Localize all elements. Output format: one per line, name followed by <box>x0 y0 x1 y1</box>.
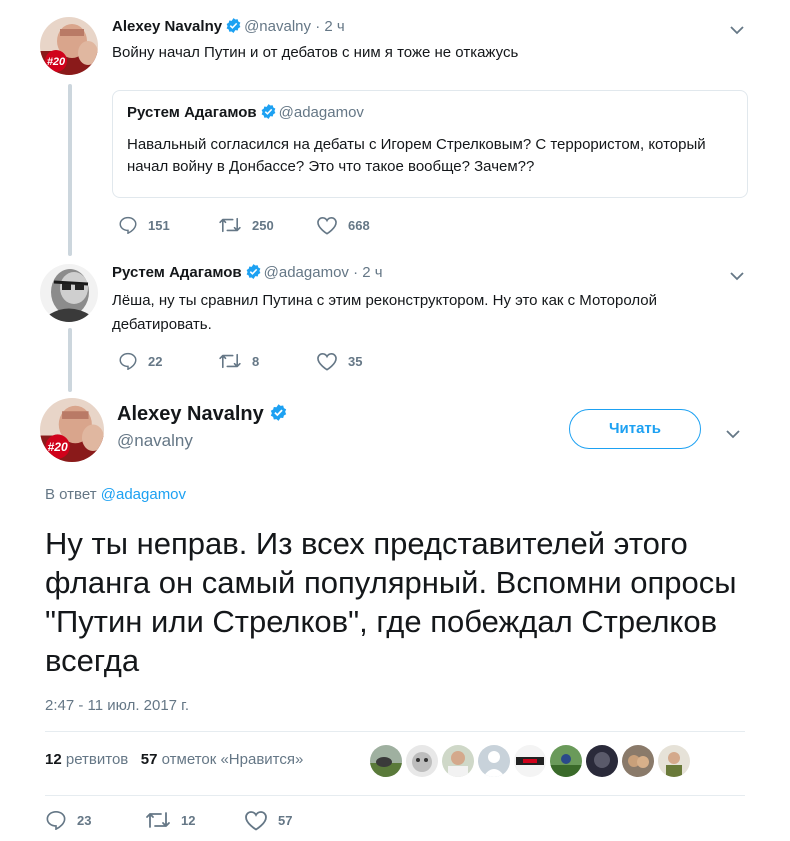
quoted-tweet-header: Рустем Адагамов @adagamov <box>127 103 733 126</box>
retweet-count: 12 <box>181 812 196 828</box>
verified-badge-icon <box>245 263 262 286</box>
author-name[interactable]: Рустем Адагамов <box>112 264 242 281</box>
thread-connector-line <box>68 328 72 392</box>
navalny-avatar-image: #20 <box>40 398 104 462</box>
divider <box>45 731 745 732</box>
like-count: 35 <box>348 354 363 369</box>
likes-stat[interactable]: 57 отметок «Нравится» <box>141 751 304 768</box>
liker-avatar[interactable] <box>370 745 402 777</box>
retweet-icon <box>146 812 170 828</box>
chevron-down-icon[interactable] <box>730 22 744 40</box>
chevron-down-icon[interactable] <box>730 268 744 286</box>
divider <box>45 795 745 796</box>
tweet-header: Alexey Navalny @navalny · 2 ч <box>112 17 345 40</box>
liker-avatar[interactable] <box>514 745 546 777</box>
liker-avatar[interactable] <box>406 745 438 777</box>
like-count: 57 <box>278 813 293 828</box>
main-tweet-text: Ну ты неправ. Из всех представителей это… <box>45 526 737 678</box>
reply-to-prefix: В ответ <box>45 486 97 503</box>
avatar-badge: #20 <box>48 440 68 454</box>
tweet-time[interactable]: · 2 ч <box>353 264 383 281</box>
avatar-badge: #20 <box>47 56 66 68</box>
reply-count: 151 <box>148 217 170 233</box>
like-button[interactable]: 35 <box>316 352 362 371</box>
author-handle[interactable]: @adagamov <box>264 264 349 281</box>
tweet-text: Лёша, ну ты сравнил Путина с этим реконс… <box>112 292 658 333</box>
thread-connector-line <box>68 84 72 256</box>
like-button[interactable]: 668 <box>316 216 370 235</box>
retweet-button[interactable]: 12 <box>145 810 195 830</box>
follow-button[interactable]: Читать <box>569 409 701 449</box>
tweet-time[interactable]: · 2 ч <box>315 18 345 35</box>
retweet-button[interactable]: 250 <box>218 216 274 234</box>
tweet-header: Рустем Адагамов @adagamov · 2 ч <box>112 263 383 286</box>
tweet-timestamp[interactable]: 2:47 - 11 июл. 2017 г. <box>45 696 189 716</box>
heart-icon <box>317 352 337 371</box>
likes-stat-count: 57 <box>140 751 158 768</box>
liker-avatar[interactable] <box>658 745 690 777</box>
author-name[interactable]: Alexey Navalny <box>117 403 264 425</box>
heart-icon <box>245 811 267 831</box>
retweet-count: 250 <box>252 217 274 233</box>
reply-button[interactable]: 22 <box>118 352 162 370</box>
quoted-tweet[interactable]: Рустем Адагамов @adagamov Навальный согла… <box>112 90 748 198</box>
like-count: 668 <box>348 218 370 233</box>
retweets-stat[interactable]: 12 ретвитов <box>45 751 128 768</box>
reply-to-handle-link[interactable]: @adagamov <box>101 486 186 503</box>
quoted-tweet-text: Навальный согласился на дебаты с Игорем … <box>127 136 706 175</box>
retweet-count: 8 <box>252 353 260 369</box>
navalny-avatar-image: #20 <box>40 17 98 75</box>
tweet-stats: 12 ретвитов 57 отметок «Нравится» <box>45 750 303 770</box>
reply-icon <box>119 352 137 370</box>
reply-context: В ответ @adagamov <box>45 485 186 505</box>
quoted-author-handle: @adagamov <box>278 104 364 121</box>
liker-avatar[interactable] <box>442 745 474 777</box>
retweets-stat-count: 12 <box>45 751 62 768</box>
avatar[interactable]: #20 <box>40 17 98 75</box>
retweet-icon <box>219 353 241 369</box>
reply-count: 22 <box>148 353 163 369</box>
retweet-button[interactable]: 8 <box>218 352 259 370</box>
heart-icon <box>317 216 337 235</box>
author-name-row: Alexey Navalny <box>117 402 290 428</box>
tweet-text: Войну начал Путин и от дебатов с ним я т… <box>112 44 519 61</box>
avatar[interactable]: #20 <box>40 398 104 462</box>
verified-badge-icon <box>225 17 242 40</box>
author-handle[interactable]: @navalny <box>117 430 193 452</box>
reply-count: 23 <box>77 812 92 828</box>
reply-button[interactable]: 23 <box>45 810 91 830</box>
verified-badge-icon <box>269 403 288 428</box>
verified-badge-icon <box>260 103 277 126</box>
retweets-stat-label: ретвитов <box>65 751 129 768</box>
liker-avatar[interactable] <box>478 745 510 777</box>
avatar[interactable] <box>40 264 98 322</box>
like-button[interactable]: 57 <box>244 810 292 831</box>
quoted-author-name: Рустем Адагамов <box>127 104 257 121</box>
liker-avatar[interactable] <box>550 745 582 777</box>
retweet-icon <box>219 217 241 233</box>
adagamov-avatar-image <box>40 264 98 322</box>
liker-avatars <box>370 745 694 777</box>
likes-stat-label: отметок «Нравится» <box>161 751 304 768</box>
liker-avatar[interactable] <box>586 745 618 777</box>
author-name[interactable]: Alexey Navalny <box>112 18 222 35</box>
chevron-down-icon[interactable] <box>726 426 740 444</box>
reply-button[interactable]: 151 <box>118 216 170 234</box>
liker-avatar[interactable] <box>622 745 654 777</box>
reply-icon <box>119 216 137 234</box>
author-handle[interactable]: @navalny <box>244 18 311 35</box>
reply-icon <box>46 810 66 830</box>
